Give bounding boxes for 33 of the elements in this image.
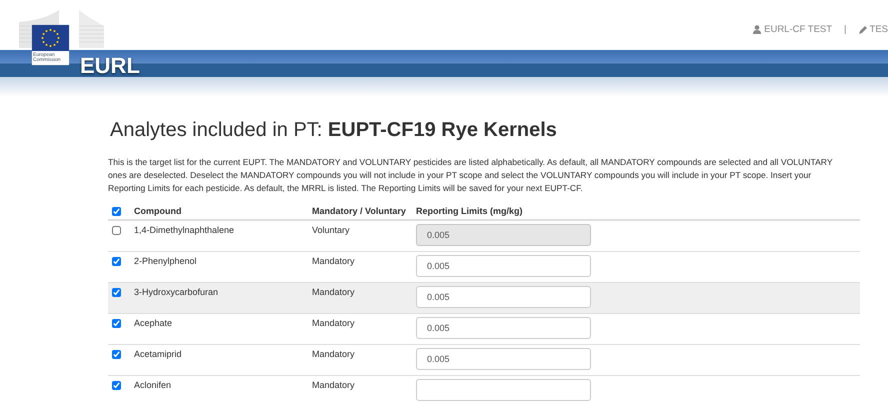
eu-flag-icon bbox=[32, 25, 69, 51]
type-cell: Mandatory bbox=[308, 344, 412, 376]
compound-cell: 3-Hydroxycarbofuran bbox=[130, 282, 308, 314]
type-cell: Mandatory bbox=[308, 314, 412, 344]
intro-text: This is the target list for the current EUPT. The MANDATORY and VOLUNTARY pesticides are listed alphabetically. As default, all MANDATORY compounds are selected and all VOLUNTARY ones are deselected. Deselect the MANDATORY compounds you will not include in your PT scope and select the VOLUNTARY compounds you will include in your PT scope. Insert your Reporting Limits for each pesticide. As default, the MRRL is listed. The Reporting Limits will be saved for your next EUPT-CF. bbox=[108, 156, 834, 195]
row-checkbox[interactable] bbox=[112, 257, 121, 266]
limit-field[interactable]: 0.005 bbox=[416, 317, 591, 339]
user-link[interactable]: EURL-CF TEST bbox=[753, 24, 832, 35]
type-cell: Mandatory bbox=[308, 376, 412, 403]
row-checkbox[interactable] bbox=[112, 350, 121, 359]
compound-cell: Aclonifen bbox=[130, 376, 308, 403]
separator: | bbox=[844, 24, 847, 35]
user-icon bbox=[753, 25, 762, 34]
row-checkbox[interactable] bbox=[112, 288, 121, 297]
column-header: Mandatory / Voluntary bbox=[308, 203, 412, 220]
column-header: Compound bbox=[130, 203, 308, 220]
row-checkbox[interactable] bbox=[112, 381, 121, 390]
limit-field[interactable] bbox=[416, 379, 591, 401]
limit-field[interactable]: 0.005 bbox=[416, 348, 591, 370]
compound-cell: Acetamiprid bbox=[130, 344, 308, 376]
column-header: Reporting Limits (mg/kg) bbox=[412, 203, 860, 220]
limit-field[interactable]: 0.005 bbox=[416, 255, 591, 277]
row-checkbox[interactable] bbox=[112, 319, 121, 328]
pencil-icon bbox=[858, 26, 867, 34]
site-name: EURL bbox=[80, 53, 140, 79]
page-title: Analytes included in PT: EUPT-CF19 Rye Kernels bbox=[110, 119, 558, 142]
compound-cell: Acephate bbox=[130, 314, 308, 344]
compound-cell: 1,4-Dimethylnaphthalene bbox=[130, 220, 308, 252]
edit-link[interactable]: TES bbox=[858, 24, 888, 35]
limit-field[interactable]: 0.005 bbox=[416, 286, 591, 308]
type-cell: Mandatory bbox=[308, 282, 412, 314]
select-all-checkbox[interactable] bbox=[112, 207, 121, 216]
type-cell: Voluntary bbox=[308, 220, 412, 252]
